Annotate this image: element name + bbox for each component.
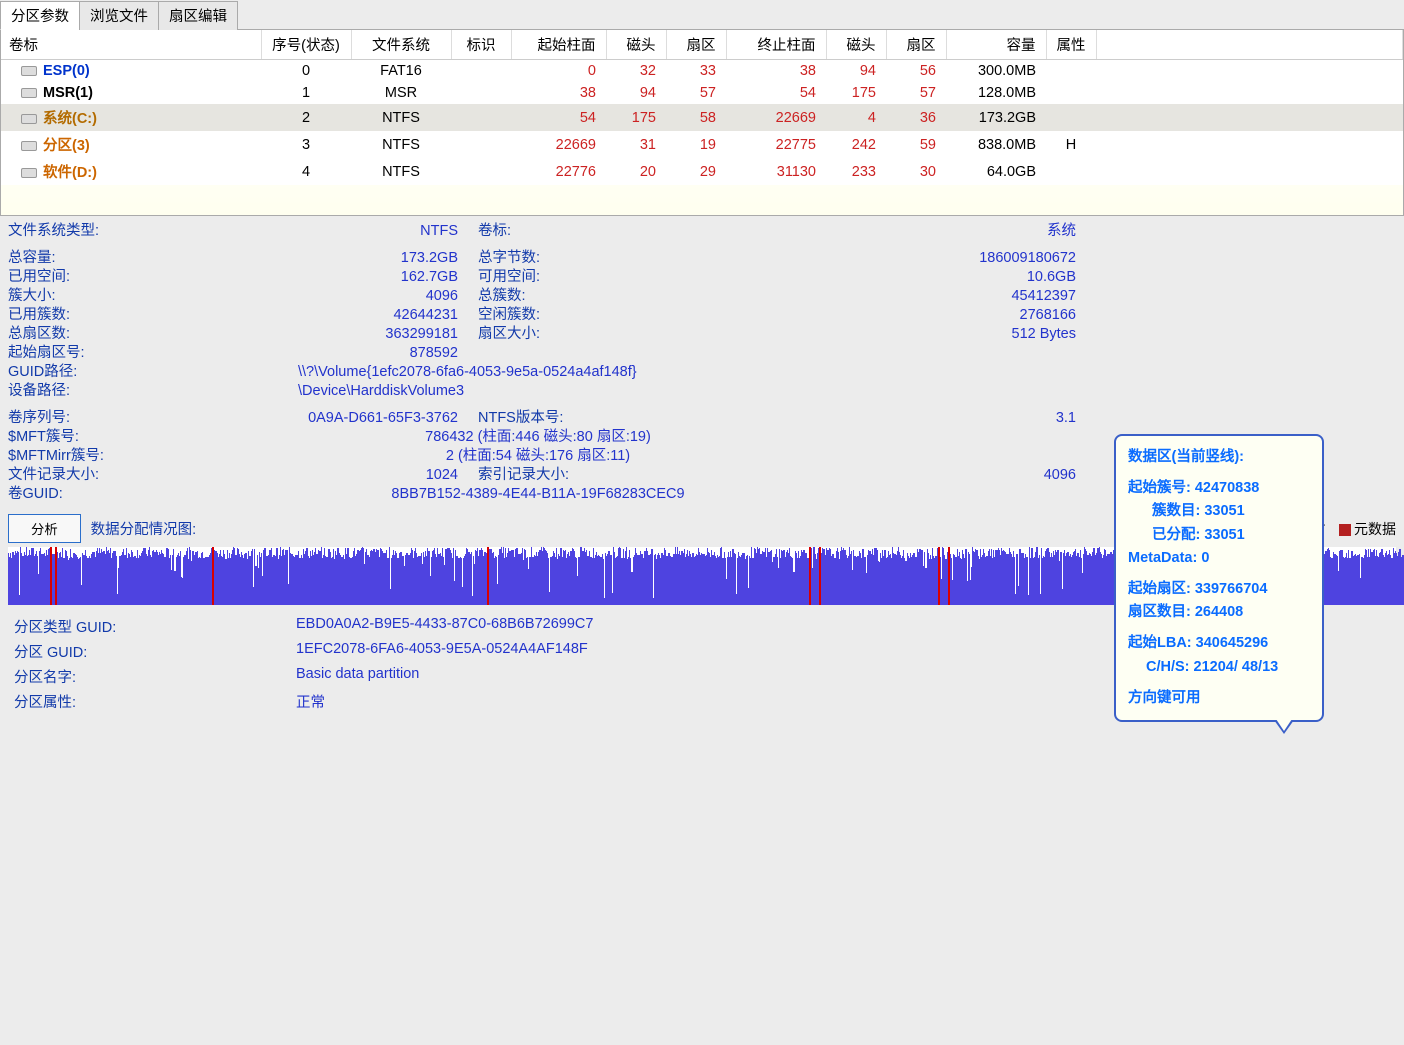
lab-fstype: 文件系统类型:	[8, 222, 128, 241]
val-guidpath: \\?\Volume{1efc2078-6fa6-4053-9e5a-0524a…	[128, 363, 637, 382]
tab-bar: 分区参数 浏览文件 扇区编辑	[0, 0, 1404, 30]
val-used: 162.7GB	[128, 268, 478, 287]
val-mftmirr: 2 (柱面:54 磁头:176 扇区:11)	[128, 447, 948, 466]
tooltip-cluster-count: 簇数目: 33051	[1128, 500, 1310, 523]
tooltip-allocated: 已分配: 33051	[1128, 524, 1310, 547]
col-attr[interactable]: 属性	[1046, 30, 1096, 60]
lab-serial: 卷序列号:	[8, 409, 128, 428]
lab-guidpath: GUID路径:	[8, 363, 128, 382]
lab-mftmirr: $MFTMirr簇号:	[8, 447, 128, 466]
col-start-sec[interactable]: 扇区	[666, 30, 726, 60]
val-pt-guid: EBD0A0A2-B9E5-4433-87C0-68B6B72699C7	[292, 615, 597, 638]
lab-freeclu: 空闲簇数:	[478, 306, 598, 325]
tab-partition-params[interactable]: 分区参数	[0, 1, 80, 30]
lab-free: 可用空间:	[478, 268, 598, 287]
lab-usedclu: 已用簇数:	[8, 306, 128, 325]
lab-totclu: 总簇数:	[478, 287, 598, 306]
lab-devpath: 设备路径:	[8, 382, 128, 401]
col-flag[interactable]: 标识	[451, 30, 511, 60]
partition-table: 卷标 序号(状态) 文件系统 标识 起始柱面 磁头 扇区 终止柱面 磁头 扇区 …	[1, 30, 1403, 185]
tooltip-start-cluster: 起始簇号: 42470838	[1128, 477, 1310, 500]
col-volume[interactable]: 卷标	[1, 30, 261, 60]
val-devpath: \Device\HarddiskVolume3	[128, 382, 464, 401]
disk-icon	[21, 88, 37, 98]
val-volguid: 8BB7B152-4389-4E44-B11A-19F68283CEC9	[128, 485, 948, 504]
val-fr: 1024	[128, 466, 478, 485]
val-usedclu: 42644231	[128, 306, 478, 325]
val-ntfsver: 3.1	[598, 409, 1396, 428]
lab-volguid: 卷GUID:	[8, 485, 128, 504]
val-totcap: 173.2GB	[128, 249, 478, 268]
col-spacer	[1096, 30, 1403, 60]
val-clusize: 4096	[128, 287, 478, 306]
tooltip-arrow-hint: 方向键可用	[1128, 687, 1310, 710]
val-pg-guid: 1EFC2078-6FA6-4053-9E5A-0524A4AF148F	[292, 640, 597, 663]
val-free: 10.6GB	[598, 268, 1396, 287]
table-row[interactable]: MSR(1)1MSR3894575417557128.0MB	[1, 82, 1403, 104]
disk-icon	[21, 168, 37, 178]
lab-ntfsver: NTFS版本号:	[478, 409, 598, 428]
lab-pa: 分区属性:	[10, 690, 290, 713]
tab-browse-files[interactable]: 浏览文件	[79, 1, 159, 30]
lab-mft: $MFT簇号:	[8, 428, 128, 447]
col-end-cyl[interactable]: 终止柱面	[726, 30, 826, 60]
lab-fr: 文件记录大小:	[8, 466, 128, 485]
disk-icon	[21, 66, 37, 76]
lab-used: 已用空间:	[8, 268, 128, 287]
lab-startsec: 起始扇区号:	[8, 344, 128, 363]
val-serial: 0A9A-D661-65F3-3762	[128, 409, 478, 428]
tooltip-metadata: MetaData: 0	[1128, 547, 1310, 570]
col-start-head[interactable]: 磁头	[606, 30, 666, 60]
val-freeclu: 2768166	[598, 306, 1396, 325]
table-row[interactable]: ESP(0)0FAT1603233389456300.0MB	[1, 60, 1403, 83]
lab-totcap: 总容量:	[8, 249, 128, 268]
val-startsec: 878592	[128, 344, 478, 363]
tooltip-start-sector: 起始扇区: 339766704	[1128, 578, 1310, 601]
tab-sector-edit[interactable]: 扇区编辑	[158, 1, 238, 30]
table-row[interactable]: 系统(C:)2NTFS541755822669436173.2GB	[1, 104, 1403, 131]
gpt-info: 分区类型 GUID:EBD0A0A2-B9E5-4433-87C0-68B6B7…	[8, 613, 599, 715]
lab-totsec: 总扇区数:	[8, 325, 128, 344]
val-totclu: 45412397	[598, 287, 1396, 306]
tooltip-chs: C/H/S: 21204/ 48/13	[1128, 656, 1310, 679]
tooltip-sector-count: 扇区数目: 264408	[1128, 601, 1310, 624]
lab-idx: 索引记录大小:	[478, 466, 598, 485]
val-totbytes: 186009180672	[598, 249, 1396, 268]
table-row[interactable]: 分区(3)3NTFS2266931192277524259838.0MBH	[1, 131, 1403, 158]
analyze-button[interactable]: 分析	[8, 514, 81, 543]
lab-pn: 分区名字:	[10, 665, 290, 688]
col-index[interactable]: 序号(状态)	[261, 30, 351, 60]
col-start-cyl[interactable]: 起始柱面	[511, 30, 606, 60]
val-vol: 系统	[598, 222, 1396, 241]
val-pa: 正常	[292, 690, 597, 713]
table-row[interactable]: 软件(D:)4NTFS227762029311302333064.0GB	[1, 158, 1403, 185]
lab-secsize: 扇区大小:	[478, 325, 598, 344]
legend-metadata: 元数据	[1339, 519, 1396, 539]
tooltip-title: 数据区(当前竖线):	[1128, 446, 1310, 469]
disk-icon	[21, 141, 37, 151]
lab-pt-guid: 分区类型 GUID:	[10, 615, 290, 638]
val-mft: 786432 (柱面:446 磁头:80 扇区:19)	[128, 428, 948, 447]
fs-info-panel: 文件系统类型: NTFS 卷标: 系统 总容量: 173.2GB 总字节数: 1…	[0, 216, 1404, 719]
val-fstype: NTFS	[128, 222, 478, 241]
chart-tooltip: 数据区(当前竖线): 起始簇号: 42470838 簇数目: 33051 已分配…	[1114, 434, 1324, 722]
col-end-head[interactable]: 磁头	[826, 30, 886, 60]
lab-clusize: 簇大小:	[8, 287, 128, 306]
tooltip-start-lba: 起始LBA: 340645296	[1128, 632, 1310, 655]
col-capacity[interactable]: 容量	[946, 30, 1046, 60]
val-totsec: 363299181	[128, 325, 478, 344]
partition-table-wrap: 卷标 序号(状态) 文件系统 标识 起始柱面 磁头 扇区 终止柱面 磁头 扇区 …	[0, 30, 1404, 216]
lab-vol: 卷标:	[478, 222, 598, 241]
val-secsize: 512 Bytes	[598, 325, 1396, 344]
chart-label: 数据分配情况图:	[91, 518, 197, 539]
col-fs[interactable]: 文件系统	[351, 30, 451, 60]
lab-totbytes: 总字节数:	[478, 249, 598, 268]
val-pn: Basic data partition	[292, 665, 597, 688]
disk-icon	[21, 114, 37, 124]
col-end-sec[interactable]: 扇区	[886, 30, 946, 60]
lab-pg-guid: 分区 GUID:	[10, 640, 290, 663]
